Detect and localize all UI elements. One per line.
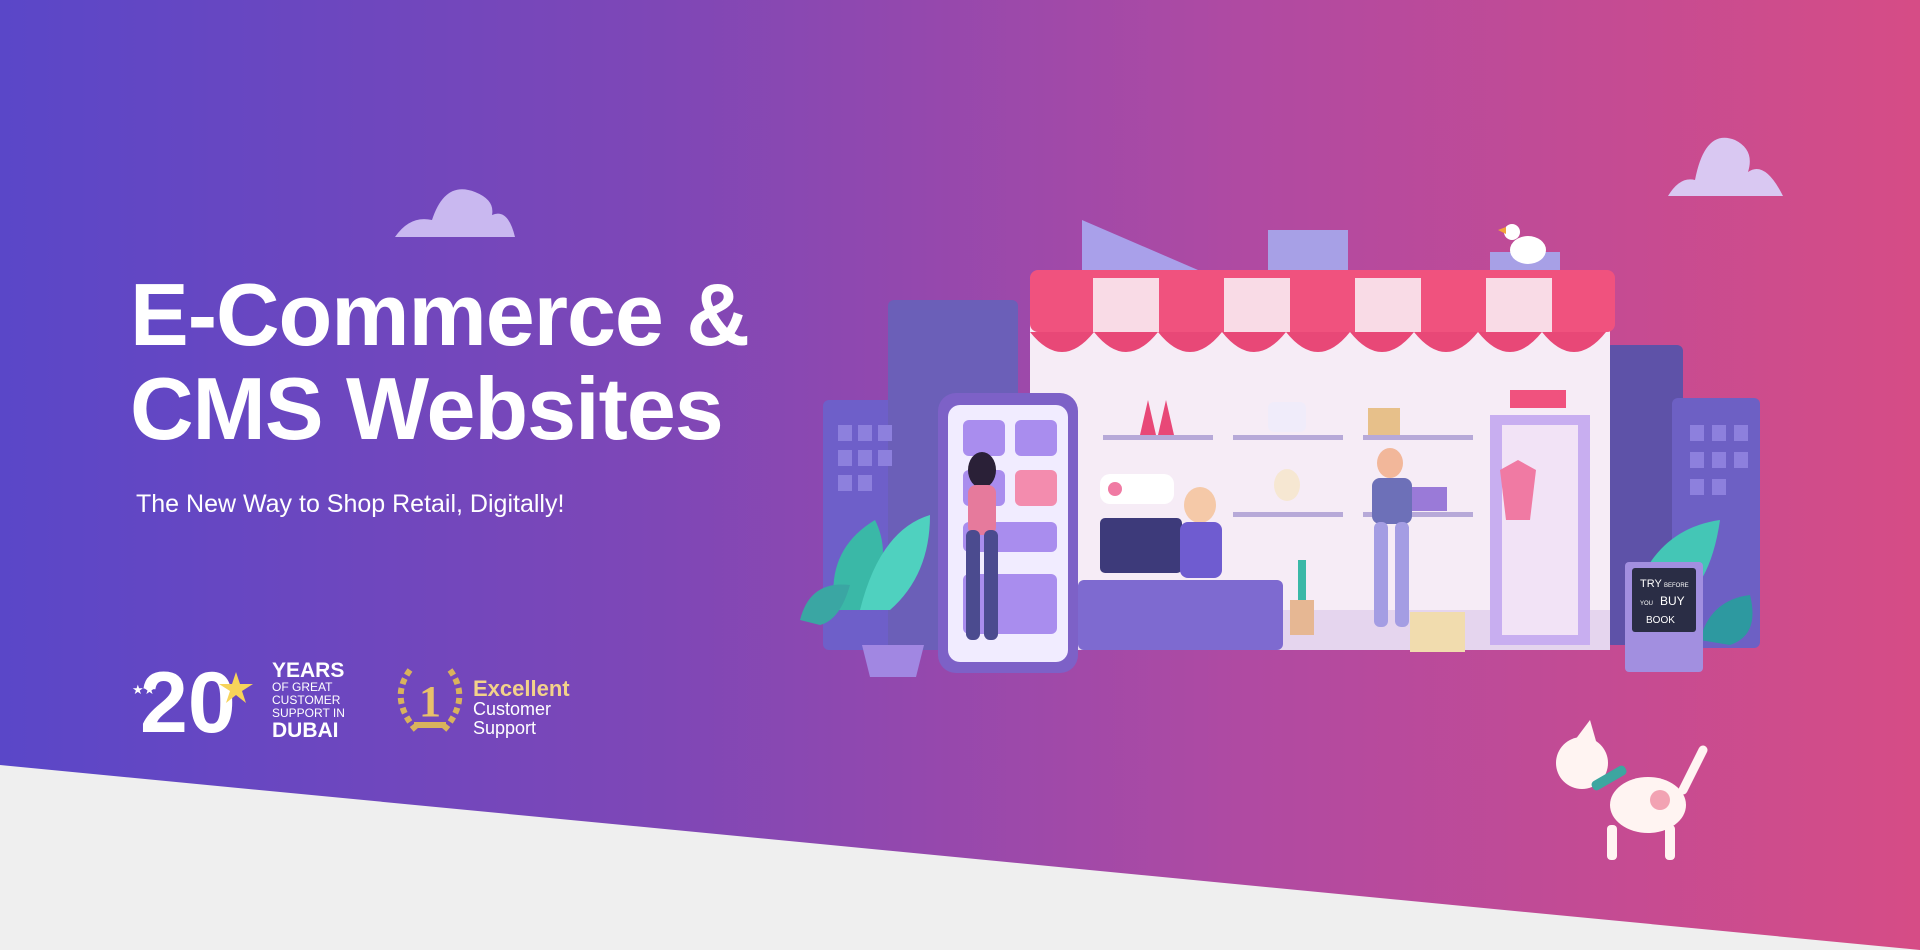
award-number: 1: [419, 677, 441, 726]
hero-subtitle: The New Way to Shop Retail, Digitally!: [136, 490, 565, 518]
headline-line-1: E-Commerce &: [130, 265, 750, 364]
laurel-award-icon: 1: [397, 668, 463, 735]
svg-text:★★: ★★: [132, 683, 155, 698]
headline-line-2: CMS Websites: [130, 359, 724, 458]
hero-banner: TRY BEFORE YOU BUY BOOK E-Commerce & CMS…: [0, 0, 1920, 950]
page-title: E-Commerce & CMS Websites: [130, 265, 750, 458]
award-line-2: Customer: [473, 699, 552, 719]
award-title: Excellent: [473, 676, 570, 701]
years-title: YEARS: [272, 659, 345, 682]
years-city: DUBAI: [272, 719, 339, 742]
bottom-diagonal-band: [0, 765, 1920, 950]
award-line-3: Support: [473, 718, 537, 738]
award-text: Excellent Customer Support: [473, 678, 570, 738]
twenty-years-text: YEARS OF GREAT CUSTOMER SUPPORT IN DUBAI: [272, 660, 345, 741]
